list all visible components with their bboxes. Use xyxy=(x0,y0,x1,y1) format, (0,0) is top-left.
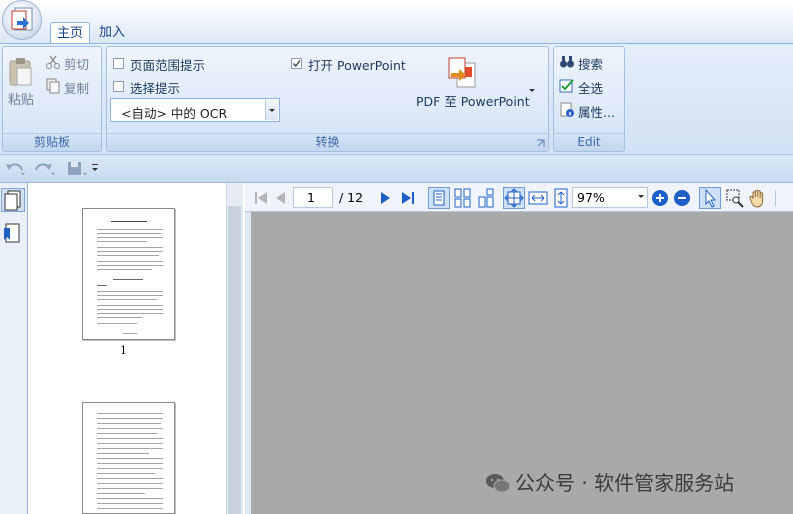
facing-pages-icon[interactable] xyxy=(476,188,496,208)
bookmarks-panel-tab[interactable] xyxy=(1,222,25,246)
last-page-icon[interactable] xyxy=(400,189,418,207)
quick-access-toolbar xyxy=(0,154,793,183)
fit-width-icon[interactable] xyxy=(528,188,548,208)
next-page-icon[interactable] xyxy=(378,189,392,207)
scissors-icon xyxy=(46,55,60,69)
continuous-view-icon[interactable] xyxy=(453,188,473,208)
page-thumbnail-1[interactable] xyxy=(82,208,175,340)
app-logo-icon xyxy=(11,7,33,31)
open-powerpoint-label: 打开 PowerPoint xyxy=(308,58,406,73)
save-icon[interactable] xyxy=(66,160,88,178)
first-page-icon[interactable] xyxy=(253,189,269,207)
binoculars-icon xyxy=(560,56,574,68)
thumbnail-scrollbar-thumb[interactable] xyxy=(228,206,241,514)
zoom-in-icon[interactable] xyxy=(651,189,669,207)
cut-label: 剪切 xyxy=(64,57,90,72)
single-page-view-button[interactable] xyxy=(428,187,450,209)
ocr-select[interactable]: <自动> 中的 OCR xyxy=(110,98,280,122)
search-label: 搜索 xyxy=(578,57,604,72)
zoom-out-icon[interactable] xyxy=(673,189,691,207)
properties-icon xyxy=(560,102,574,117)
paste-label: 粘贴 xyxy=(8,93,35,108)
cursor-arrow-icon xyxy=(705,188,717,208)
watermark-text: 公众号 · 软件管家服务站 xyxy=(515,471,735,495)
select-all-button[interactable]: 全选 xyxy=(558,77,622,96)
undo-icon[interactable] xyxy=(4,160,26,178)
single-page-icon xyxy=(433,190,445,206)
copy-button[interactable]: 复制 xyxy=(44,77,94,96)
search-button[interactable]: 搜索 xyxy=(558,53,622,72)
page-range-checkbox[interactable]: 页面范围提示 xyxy=(113,55,233,73)
dialog-launcher-icon[interactable] xyxy=(536,139,545,148)
page-range-label: 页面范围提示 xyxy=(130,58,206,73)
wechat-icon xyxy=(486,474,511,493)
select-tool-button[interactable] xyxy=(699,187,721,209)
customize-toolbar-icon[interactable] xyxy=(90,162,100,174)
paste-button[interactable]: 粘贴 xyxy=(4,55,38,108)
redo-icon[interactable] xyxy=(34,160,56,178)
marquee-zoom-icon[interactable] xyxy=(725,188,745,208)
chevron-down-icon xyxy=(269,109,275,112)
total-pages-label: / 12 xyxy=(339,190,364,205)
copy-icon xyxy=(46,78,60,94)
fit-height-icon[interactable] xyxy=(551,188,571,208)
page-range-checkbox-box[interactable] xyxy=(113,58,124,69)
select-prompt-checkbox-box[interactable] xyxy=(113,81,124,92)
thumbnail-page-number: 1 xyxy=(120,344,127,357)
zoom-dropdown-icon xyxy=(638,195,644,198)
convert-group-label: 转换 xyxy=(107,133,548,151)
properties-button[interactable]: 属性... xyxy=(558,101,622,120)
pages-panel-tab[interactable] xyxy=(1,188,25,212)
pages-icon xyxy=(4,190,21,211)
clipboard-group-label: 剪贴板 xyxy=(3,133,101,151)
zoom-value: 97% xyxy=(577,190,605,205)
current-page-input[interactable]: 1 xyxy=(293,187,333,208)
tab-home[interactable]: 主页 xyxy=(50,22,90,44)
cut-button[interactable]: 剪切 xyxy=(44,53,94,72)
fit-page-button[interactable] xyxy=(503,187,525,209)
tab-addin[interactable]: 加入 xyxy=(92,22,132,44)
toolbar-separator xyxy=(775,190,776,206)
ocr-select-arrow[interactable] xyxy=(265,100,278,120)
watermark: 公众号 · 软件管家服务站 xyxy=(485,467,734,496)
properties-label: 属性... xyxy=(578,105,615,120)
current-page-value: 1 xyxy=(307,190,315,205)
ocr-select-value: <自动> 中的 OCR xyxy=(121,106,228,121)
copy-label: 复制 xyxy=(64,81,90,96)
fit-page-icon xyxy=(504,188,524,208)
application-menu-button[interactable] xyxy=(2,0,42,40)
pdf-to-powerpoint-button[interactable]: PDF 至 PowerPoint xyxy=(413,55,543,110)
hand-tool-icon[interactable] xyxy=(748,188,768,208)
select-prompt-label: 选择提示 xyxy=(130,81,181,96)
checkmark-icon xyxy=(293,60,301,68)
dropdown-arrow-icon[interactable] xyxy=(528,88,536,94)
select-all-icon xyxy=(559,79,574,93)
previous-page-icon[interactable] xyxy=(273,189,287,207)
zoom-select[interactable]: 97% xyxy=(572,187,648,208)
clipboard-icon xyxy=(9,58,32,86)
open-powerpoint-checkbox[interactable]: 打开 PowerPoint xyxy=(291,55,411,73)
bookmark-icon xyxy=(4,223,20,243)
select-all-label: 全选 xyxy=(578,81,604,96)
pdf-to-powerpoint-icon xyxy=(448,57,476,88)
open-powerpoint-checkbox-box[interactable] xyxy=(291,58,302,69)
edit-group-label: Edit xyxy=(554,133,624,151)
pdf-to-powerpoint-label: PDF 至 PowerPoint xyxy=(416,94,530,109)
page-thumbnail-2[interactable] xyxy=(82,402,175,514)
select-prompt-checkbox[interactable]: 选择提示 xyxy=(113,78,233,96)
